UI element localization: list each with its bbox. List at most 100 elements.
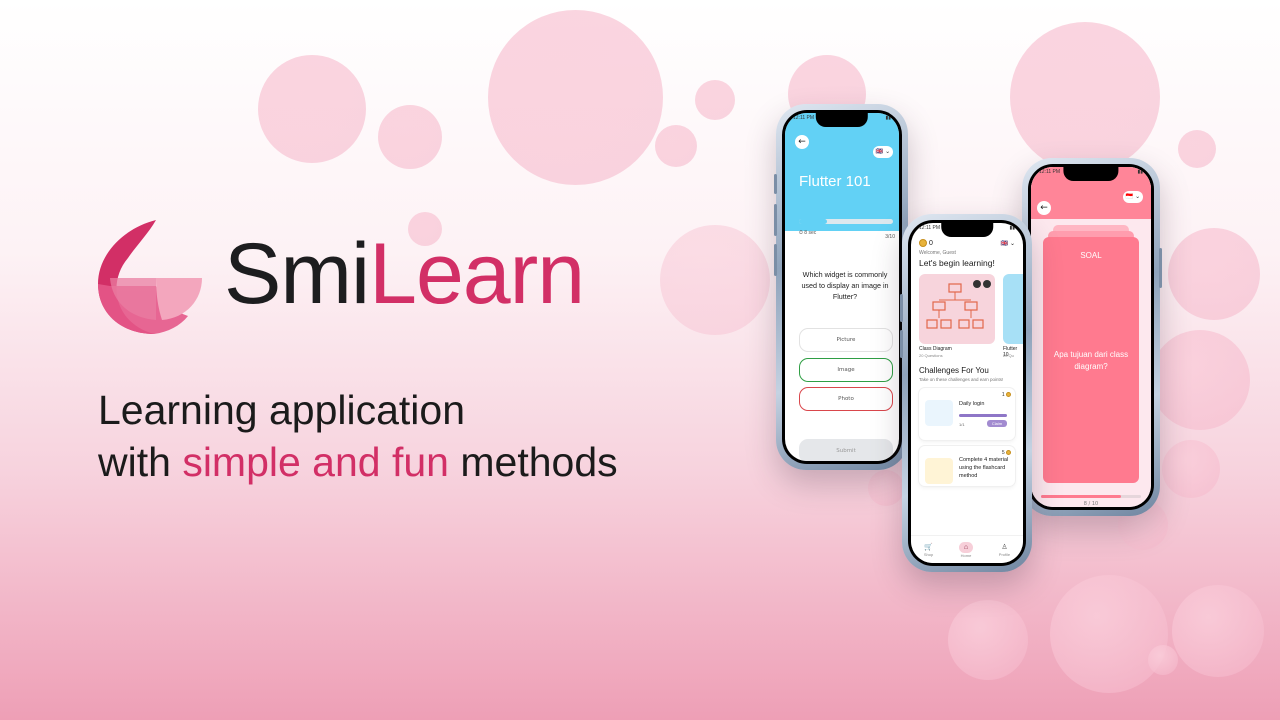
welcome-text: Welcome, Guest [919, 250, 956, 256]
course-card-subtitle: 20 Questions [919, 353, 943, 358]
phone-quiz-mockup: 12:11 PM ▮▮ ← 🇬🇧 ⌄ Flutter 101 ⏱ 8 sec 3/… [774, 104, 908, 470]
nav-label: Profile [998, 551, 1011, 557]
phone-side-button [774, 174, 777, 194]
home-heading: Let's begin learning! [919, 258, 995, 268]
brand-name: SmiLearn [224, 231, 585, 317]
phone-side-button [1159, 248, 1162, 288]
background-bubble [1162, 440, 1220, 498]
language-selector[interactable]: 🇬🇧 ⌄ [873, 146, 893, 158]
challenge-progress-text: 1/1 [959, 422, 965, 427]
status-time: 12:11 PM [1039, 169, 1061, 175]
background-bubble [868, 470, 904, 506]
background-bubble [1178, 130, 1216, 168]
phone-notch [941, 223, 993, 237]
battery-icon: ▮▮ [885, 115, 891, 121]
brand-name-part2: Learn [369, 226, 585, 322]
home-icon: ⌂ [958, 541, 974, 553]
phone-side-button [900, 330, 903, 358]
arrow-left-icon: ← [1040, 203, 1048, 213]
quiz-title: Flutter 101 [799, 173, 871, 190]
nav-label: Shop [923, 551, 934, 557]
flashcard-counter: 8 / 10 [1083, 501, 1099, 507]
background-bubble [1150, 330, 1250, 430]
answer-option-correct[interactable]: Image [799, 358, 893, 382]
challenge-progress-bar [959, 414, 1007, 417]
class-diagram-illustration-icon [926, 280, 991, 329]
nav-label: Home [960, 552, 972, 558]
nav-profile[interactable]: ♙ Profile [999, 543, 1010, 557]
tagline-line1: Learning application [98, 387, 465, 433]
status-time: 12:11 PM [919, 225, 941, 231]
phone-side-button [774, 204, 777, 236]
challenge-card[interactable]: Daily login 1 1/1 Claim [919, 388, 1015, 440]
back-button[interactable]: ← [1037, 201, 1051, 215]
coin-balance: 0 [919, 239, 933, 247]
background-bubble [378, 105, 442, 169]
phone-side-button [774, 244, 777, 276]
submit-button[interactable]: Submit [799, 439, 893, 461]
background-bubble [258, 55, 366, 163]
flashcard[interactable]: SOAL Apa tujuan dari class diagram? [1043, 237, 1139, 483]
flashcard-challenge-illustration-icon [925, 458, 953, 484]
smilearn-logo-icon [96, 214, 206, 334]
phone-notch [1063, 167, 1119, 181]
home-screen: 12:11 PM ▮▮ 0 🇬🇧 ⌄ Welcome, Guest Let's b… [911, 223, 1023, 563]
quiz-question: Which widget is commonly used to display… [801, 270, 889, 301]
challenge-points: 1 [1002, 392, 1011, 398]
quiz-progress-bar [799, 219, 893, 224]
challenges-subtitle: Take on these challenges and earn points… [919, 377, 1004, 382]
challenge-title: Complete 4 material using the flashcard … [959, 457, 1009, 479]
flashcard-screen: 12:11 PM ▮▮ ← 🇮🇩 ⌄ SOAL Apa tujuan dari c… [1031, 167, 1151, 507]
tagline-line2-end: methods [448, 439, 618, 485]
background-bubble [1168, 228, 1260, 320]
battery-icon: ▮▮ [1137, 169, 1143, 175]
daily-login-illustration-icon [925, 400, 953, 426]
course-card-subtitle: 20 Qu [1003, 353, 1014, 358]
coin-icon [1006, 450, 1011, 456]
course-card-title: Class Diagram [919, 346, 952, 352]
challenge-points-value: 5 [1001, 450, 1005, 456]
course-carousel: Class Diagram 20 Questions Flutter 10 20… [919, 274, 1023, 360]
background-bubble [1050, 575, 1168, 693]
claim-button[interactable]: Claim [987, 420, 1007, 427]
challenge-card[interactable]: Complete 4 material using the flashcard … [919, 446, 1015, 486]
flashcard-question: Apa tujuan dari class diagram? [1053, 350, 1129, 371]
back-button[interactable]: ← [795, 135, 809, 149]
arrow-left-icon: ← [798, 137, 806, 147]
battery-icon: ▮▮ [1009, 225, 1015, 231]
flashcard-progress-bar [1041, 495, 1141, 498]
challenge-points-value: 1 [1001, 392, 1005, 398]
tagline-line2: with simple and fun methods [98, 436, 618, 488]
background-bubble [695, 80, 735, 120]
nav-home[interactable]: ⌂ Home [958, 541, 974, 558]
course-card[interactable] [919, 274, 995, 344]
tagline-accent: simple and fun [182, 439, 449, 485]
cart-icon: 🛒 [924, 543, 933, 551]
tagline-line2-start: with [98, 439, 183, 485]
challenge-title: Daily login [959, 401, 985, 407]
course-card[interactable] [1003, 274, 1023, 344]
person-icon: ♙ [1001, 543, 1008, 551]
background-bubble [1172, 585, 1264, 677]
phone-flashcard-mockup: 12:11 PM ▮▮ ← 🇮🇩 ⌄ SOAL Apa tujuan dari c… [1022, 158, 1162, 516]
phone-side-button [900, 294, 903, 322]
quiz-timer: ⏱ 8 sec [799, 230, 817, 236]
nav-shop[interactable]: 🛒 Shop [924, 543, 933, 557]
answer-option[interactable]: Picture [799, 328, 893, 352]
background-bubble [660, 225, 770, 335]
quiz-header [785, 113, 899, 231]
background-bubble [1148, 645, 1178, 675]
background-bubble [655, 125, 697, 167]
phone-notch [815, 113, 869, 127]
tagline: Learning application with simple and fun… [98, 384, 618, 488]
quiz-screen: 12:11 PM ▮▮ ← 🇬🇧 ⌄ Flutter 101 ⏱ 8 sec 3/… [785, 113, 899, 461]
flashcard-progress-fill [1041, 495, 1121, 498]
language-selector[interactable]: 🇮🇩 ⌄ [1123, 191, 1143, 203]
background-bubble [1010, 22, 1160, 172]
answer-option-wrong[interactable]: Photo [799, 387, 893, 411]
background-bubble [948, 600, 1028, 680]
coin-icon [1006, 392, 1011, 398]
status-time: 12:11 PM [793, 115, 815, 121]
language-selector[interactable]: 🇬🇧 ⌄ [1001, 240, 1015, 247]
quiz-question-count: 3/10 [885, 234, 895, 240]
